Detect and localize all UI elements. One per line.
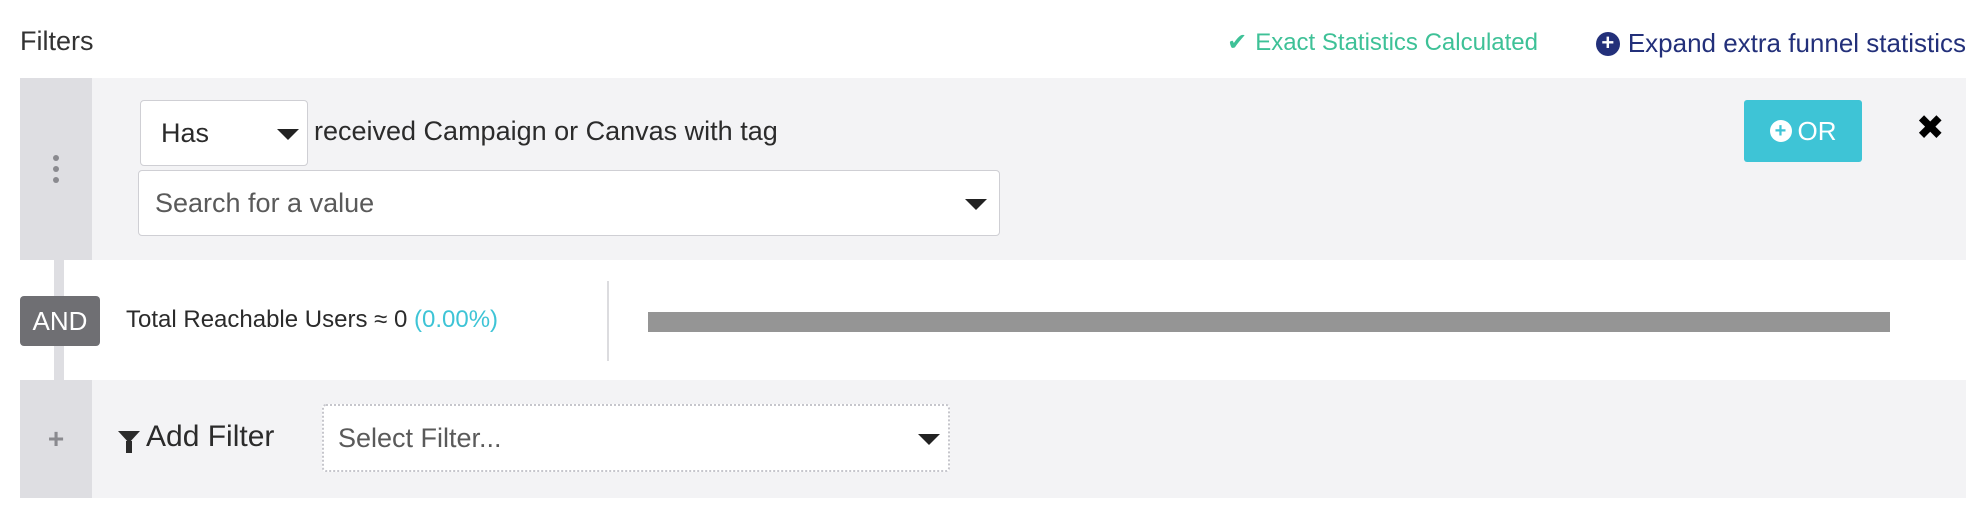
filters-header: Filters ✔ Exact Statistics Calculated + … <box>20 26 1966 66</box>
or-button[interactable]: + OR <box>1744 100 1862 162</box>
reachable-users-percent: (0.00%) <box>413 306 499 333</box>
plus-circle-icon: + <box>1769 120 1792 142</box>
funnel-icon <box>118 431 140 453</box>
or-button-label: OR <box>1797 115 1837 146</box>
expand-funnel-stats-label: Expand extra funnel statistics <box>1627 28 1966 58</box>
tag-value-placeholder: Search for a value <box>155 187 375 218</box>
filter-rule-text: received Campaign or Canvas with tag <box>314 116 778 146</box>
add-filter-row: + Add Filter Select Filter... <box>20 380 1966 498</box>
caret-down-icon <box>965 199 987 210</box>
divider <box>607 281 609 361</box>
close-icon[interactable]: ✖ <box>1916 108 1945 148</box>
reachable-users-label: Total Reachable Users ≈ 0 <box>126 306 408 333</box>
checkmark-icon: ✔ <box>1227 29 1248 56</box>
filter-row: Has received Campaign or Canvas with tag… <box>20 78 1966 260</box>
drag-handle[interactable] <box>20 78 92 260</box>
tag-value-select[interactable]: Search for a value <box>138 170 1000 236</box>
has-select[interactable]: Has <box>140 100 308 166</box>
section-title: Filters <box>20 26 94 56</box>
and-badge: AND <box>20 296 100 346</box>
add-filter-label: Add Filter <box>118 420 274 454</box>
select-filter-dropdown[interactable]: Select Filter... <box>322 404 950 472</box>
caret-down-icon <box>918 434 940 445</box>
drag-handle-icon <box>53 155 59 183</box>
caret-down-icon <box>277 129 299 140</box>
expand-funnel-stats-link[interactable]: + Expand extra funnel statistics <box>1595 28 1966 59</box>
has-select-value: Has <box>161 117 210 148</box>
reachable-users-bar <box>648 312 1890 332</box>
stats-status: ✔ Exact Statistics Calculated <box>1227 28 1538 57</box>
reachable-users: Total Reachable Users ≈ 0 (0.00%) <box>126 306 498 334</box>
add-filter-text: Add Filter <box>146 420 275 453</box>
stats-status-text: Exact Statistics Calculated <box>1255 28 1538 56</box>
plus-icon: + <box>20 380 92 498</box>
select-filter-placeholder: Select Filter... <box>338 422 502 453</box>
plus-circle-icon: + <box>1595 31 1620 56</box>
